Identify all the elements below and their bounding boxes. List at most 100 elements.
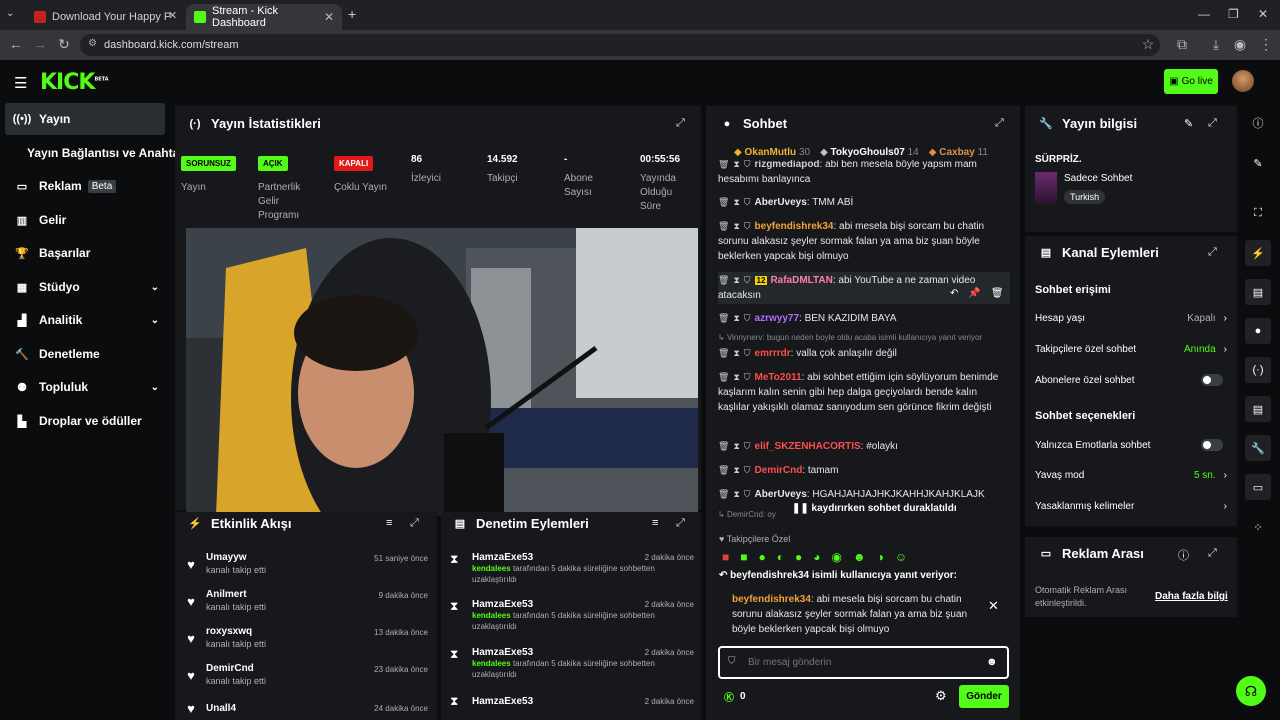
info-icon[interactable]: ⓘ	[1178, 547, 1189, 563]
ad-icon: ▭	[1040, 548, 1052, 560]
sidebar-item-topluluk[interactable]: ⚉ Topluluk ⌄	[5, 371, 165, 403]
shield-icon: ⛉	[743, 160, 751, 169]
edit-icon[interactable]: ✎	[1184, 117, 1193, 130]
site-info-icon[interactable]: ⚙	[88, 38, 97, 49]
expand-icon[interactable]: ⤢	[1208, 117, 1217, 130]
go-live-button[interactable]: ▣ Go live	[1164, 69, 1218, 94]
reload-icon[interactable]: ↻	[56, 36, 72, 53]
category-name[interactable]: Sadece Sohbet	[1064, 173, 1132, 184]
emote-icon[interactable]: ◉	[832, 550, 842, 564]
sub-only-toggle[interactable]	[1201, 374, 1223, 386]
chat-message-input[interactable]	[748, 654, 968, 670]
emote-icon[interactable]: ●	[759, 550, 766, 564]
emote-icon[interactable]: ☺	[895, 550, 907, 564]
browser-tab[interactable]: Download Your Happy Place by	[26, 4, 180, 30]
edit-icon[interactable]: ✎	[1245, 150, 1271, 176]
sidebar-item-analitik[interactable]: ▟ Analitik ⌄	[5, 304, 165, 336]
sidebar-item-gelir[interactable]: ▥ Gelir	[5, 204, 165, 236]
tab-list-icon[interactable]: ⌄	[6, 8, 14, 19]
info-icon[interactable]: ⓘ	[1245, 110, 1271, 136]
learn-more-link[interactable]: Daha fazla bilgi	[1155, 591, 1228, 602]
close-tab-icon[interactable]: ✕	[324, 10, 334, 24]
app-header	[0, 60, 1280, 104]
download-icon[interactable]: ⤓	[1208, 36, 1224, 53]
sidebar-item-yayin[interactable]: ((•)) Yayın	[5, 103, 165, 135]
menu-icon[interactable]: ⋮	[1258, 36, 1274, 53]
url-field[interactable]: dashboard.kick.com/stream	[80, 34, 1160, 56]
emote-only-toggle[interactable]	[1201, 439, 1223, 451]
slow-mode-row[interactable]: Yavaş mod 5 sn. ›	[1035, 470, 1227, 481]
profile-icon[interactable]: ◉	[1232, 36, 1248, 53]
emote-icon[interactable]: ■	[722, 550, 729, 564]
expand-icon[interactable]: ⤢	[676, 517, 685, 530]
document-icon[interactable]: ▤	[1245, 279, 1271, 305]
stream-info-title: 🔧 Yayın bilgisi	[1039, 116, 1138, 131]
filter-icon[interactable]: ≡	[386, 517, 392, 529]
account-age-row[interactable]: Hesap yaşı Kapalı ›	[1035, 313, 1227, 324]
bookmark-icon[interactable]: ☆	[1140, 36, 1156, 53]
delete-icon[interactable]: 🗑	[991, 288, 1004, 299]
banned-words-row[interactable]: Yasaklanmış kelimeler ›	[1035, 501, 1227, 512]
kick-logo[interactable]: KICKBETA	[40, 70, 109, 95]
multistream-pill: KAPALI	[334, 156, 374, 171]
stats-title: (·) Yayın İstatistikleri	[187, 116, 321, 131]
timeout-icon: ⧗	[733, 441, 740, 451]
apps-icon[interactable]: ⁘	[1245, 514, 1271, 540]
avatar[interactable]	[1232, 70, 1254, 92]
minimize-icon[interactable]: —	[1198, 7, 1210, 21]
emote-icon[interactable]: ●	[795, 550, 802, 564]
hourglass-icon: ⧗	[450, 552, 459, 566]
crown-icon: ◆	[734, 147, 742, 158]
broadcast-icon[interactable]: (·)	[1245, 357, 1271, 383]
chevron-right-icon: ›	[1223, 344, 1227, 355]
timeout-icon: ⧗	[733, 313, 740, 323]
new-tab-icon[interactable]: +	[348, 6, 356, 22]
close-window-icon[interactable]: ✕	[1258, 7, 1268, 21]
ad-icon[interactable]: ▭	[1245, 474, 1271, 500]
forward-icon[interactable]: →	[32, 36, 48, 52]
sidebar-item-droplar[interactable]: ▙ Droplar ve ödüller	[5, 405, 165, 437]
reply-icon: ↶	[719, 570, 728, 581]
expand-icon[interactable]: ⤢	[676, 117, 685, 130]
emote-icon[interactable]: ■	[740, 550, 747, 564]
follower-only-row[interactable]: Takipçilere özel sohbet Anında ›	[1035, 344, 1227, 355]
chat-settings-icon[interactable]: ⚙	[935, 688, 947, 704]
chat-bubble-icon[interactable]: ●	[1245, 318, 1271, 344]
reply-icon[interactable]: ↶	[950, 288, 958, 299]
emote-icon[interactable]: ◐	[777, 550, 784, 564]
send-button[interactable]: Gönder	[959, 685, 1009, 708]
trash-icon: 🗑	[718, 221, 730, 231]
browser-tab-active[interactable]: Stream - Kick Dashboard ✕	[186, 4, 342, 30]
trash-icon: 🗑	[718, 160, 730, 169]
close-tab-icon[interactable]: ✕	[168, 9, 177, 22]
hammer-icon: 🔨	[15, 348, 29, 361]
wrench-icon[interactable]: 🔧	[1245, 435, 1271, 461]
sidebar-item-studyo[interactable]: ▦ Stüdyo ⌄	[5, 271, 165, 303]
extensions-icon[interactable]: ⧉	[1174, 36, 1190, 53]
chevron-right-icon: ›	[1223, 501, 1227, 512]
sidebar-item-stream-key[interactable]: Yayın Bağlantısı ve Anahtarı	[5, 137, 187, 169]
expand-icon[interactable]: ⤢	[1208, 246, 1217, 259]
fullscreen-icon[interactable]: ⛶	[1245, 200, 1271, 226]
emote-icon[interactable]: ◑	[877, 550, 884, 564]
emoji-icon[interactable]: ☻	[986, 656, 998, 668]
sidebar-item-denetleme[interactable]: 🔨 Denetleme	[5, 338, 165, 370]
maximize-icon[interactable]: ❐	[1228, 7, 1239, 21]
lightning-icon[interactable]: ⚡	[1245, 240, 1271, 266]
back-icon[interactable]: ←	[8, 36, 24, 52]
hamburger-menu-icon[interactable]: ☰	[14, 74, 27, 92]
filter-icon[interactable]: ≡	[652, 517, 658, 529]
sidebar-item-basarilar[interactable]: 🏆 Başarılar	[5, 237, 165, 269]
expand-icon[interactable]: ⤢	[410, 517, 419, 530]
pin-icon[interactable]: 📌	[968, 288, 980, 299]
close-reply-icon[interactable]: ✕	[988, 598, 999, 614]
actions-icon[interactable]: ▤	[1245, 396, 1271, 422]
emote-icon[interactable]: ◕	[813, 550, 820, 564]
sidebar-item-reklam[interactable]: ▭ Reklam Beta	[5, 170, 165, 202]
support-icon[interactable]: ☊	[1236, 676, 1266, 706]
expand-icon[interactable]: ⤢	[1208, 547, 1217, 560]
expand-icon[interactable]: ⤢	[995, 117, 1004, 130]
chat-paused-notice[interactable]: ❚❚ kaydırırken sohbet duraklatıldı	[788, 503, 961, 514]
channel-points[interactable]: Ⓚ 0	[724, 689, 746, 704]
emote-icon[interactable]: ☻	[853, 550, 866, 564]
